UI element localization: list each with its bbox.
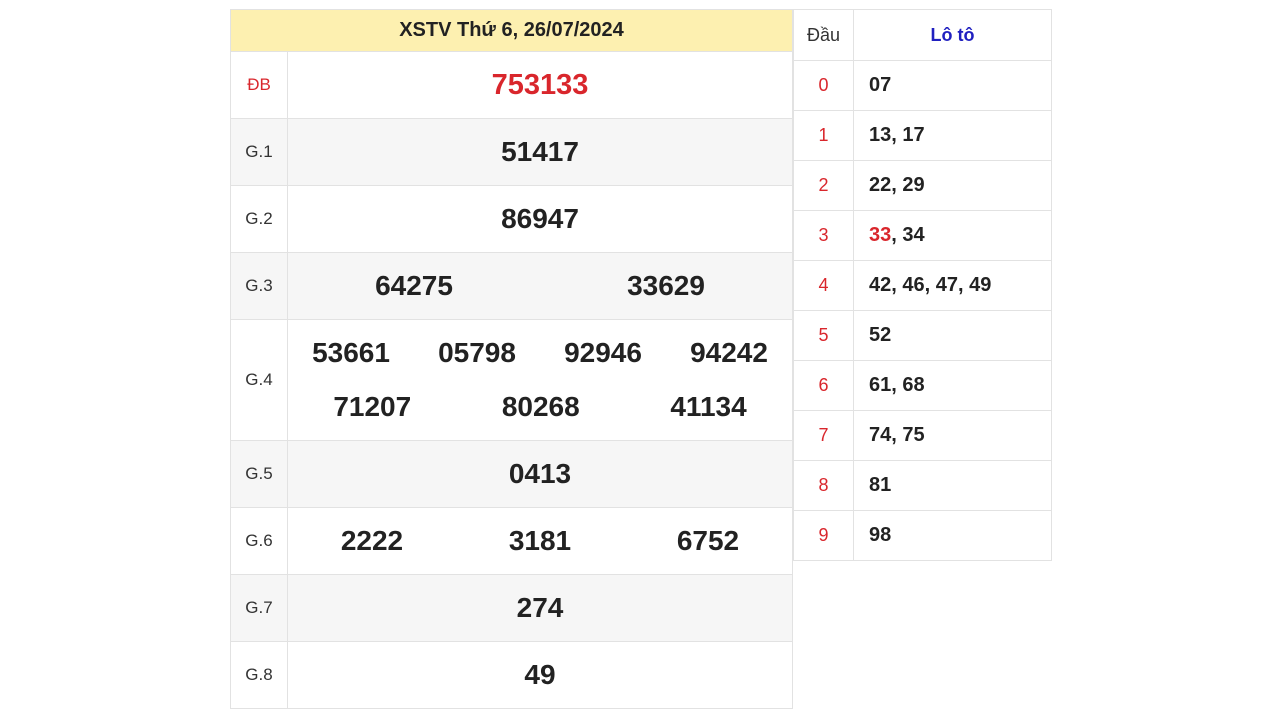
prize-row-g6: G.6 2222 3181 6752: [230, 507, 793, 575]
loto-head: 8: [793, 460, 854, 511]
prize-number: 41134: [670, 391, 747, 422]
loto-head: 0: [793, 60, 854, 111]
loto-values-cell: 33, 34: [853, 210, 1052, 261]
prize-number: 274: [516, 592, 564, 623]
loto-values: 81: [853, 460, 1052, 511]
prize-number: 3181: [508, 525, 572, 556]
prize-number: 33629: [627, 270, 705, 301]
prize-row-g7: G.7 274: [230, 574, 793, 642]
loto-row: 9 98: [793, 510, 1052, 561]
prize-number: 94242: [690, 337, 768, 368]
prize-label: G.5: [230, 440, 288, 508]
prize-row-g8: G.8 49: [230, 641, 793, 709]
results-title: XSTV Thứ 6, 26/07/2024: [230, 9, 793, 52]
prize-number: 64275: [375, 270, 453, 301]
prize-label: G.6: [230, 507, 288, 575]
prize-row-g3: G.3 64275 33629: [230, 252, 793, 320]
loto-values: 42, 46, 47, 49: [853, 260, 1052, 311]
prize-label: G.2: [230, 185, 288, 253]
prize-label: G.1: [230, 118, 288, 186]
prize-number: 86947: [501, 203, 579, 234]
loto-row: 7 74, 75: [793, 410, 1052, 461]
prize-label: G.4: [230, 319, 288, 441]
loto-row: 2 22, 29: [793, 160, 1052, 211]
loto-head: 9: [793, 510, 854, 561]
prize-label: G.7: [230, 574, 288, 642]
prize-row-g4: G.4 53661 05798 92946 94242 71207 80268 …: [230, 319, 793, 441]
loto-values: 13, 17: [853, 110, 1052, 161]
prize-number: 49: [524, 659, 556, 690]
loto-row: 8 81: [793, 460, 1052, 511]
prize-number: 05798: [438, 337, 516, 368]
prize-label: G.3: [230, 252, 288, 320]
special-prize-number: 753133: [491, 68, 589, 101]
loto-head: 1: [793, 110, 854, 161]
head-column-header: Đầu: [793, 9, 854, 61]
loto-values: 61, 68: [853, 360, 1052, 411]
prize-number: 6752: [676, 525, 740, 556]
loto-values: 07: [853, 60, 1052, 111]
loto-values: 74, 75: [853, 410, 1052, 461]
prize-number: 92946: [564, 337, 642, 368]
prize-number: 2222: [340, 525, 404, 556]
loto-values: 52: [853, 310, 1052, 361]
prize-row-db: ĐB 753133: [230, 51, 793, 119]
loto-row: 3 33, 34: [793, 210, 1052, 261]
loto-highlight-value: 33: [869, 224, 892, 246]
loto-head: 2: [793, 160, 854, 211]
prize-label: ĐB: [230, 51, 288, 119]
loto-head: 6: [793, 360, 854, 411]
prize-number: 0413: [508, 458, 572, 489]
loto-table: Đầu Lô tô 0 07 1 13, 17 2 22, 29 3 33, 34 44…: [793, 9, 1052, 561]
prize-row-g2: G.2 86947: [230, 185, 793, 253]
prize-label: G.8: [230, 641, 288, 709]
loto-values: 22, 29: [853, 160, 1052, 211]
loto-head: 3: [793, 210, 854, 261]
prize-number: 53661: [312, 337, 390, 368]
loto-head: 5: [793, 310, 854, 361]
loto-row: 5 52: [793, 310, 1052, 361]
loto-values: , 34: [891, 224, 925, 246]
prize-number: 51417: [501, 136, 579, 167]
prize-row-g1: G.1 51417: [230, 118, 793, 186]
loto-head: 7: [793, 410, 854, 461]
prize-row-g5: G.5 0413: [230, 440, 793, 508]
loto-row: 4 42, 46, 47, 49: [793, 260, 1052, 311]
loto-column-header: Lô tô: [853, 9, 1052, 61]
results-table: XSTV Thứ 6, 26/07/2024 ĐB 753133 G.1 514…: [230, 9, 793, 709]
loto-values: 98: [853, 510, 1052, 561]
loto-head: 4: [793, 260, 854, 311]
loto-row: 0 07: [793, 60, 1052, 111]
loto-row: 1 13, 17: [793, 110, 1052, 161]
prize-number: 71207: [333, 391, 412, 422]
prize-number: 80268: [501, 391, 580, 422]
loto-row: 6 61, 68: [793, 360, 1052, 411]
